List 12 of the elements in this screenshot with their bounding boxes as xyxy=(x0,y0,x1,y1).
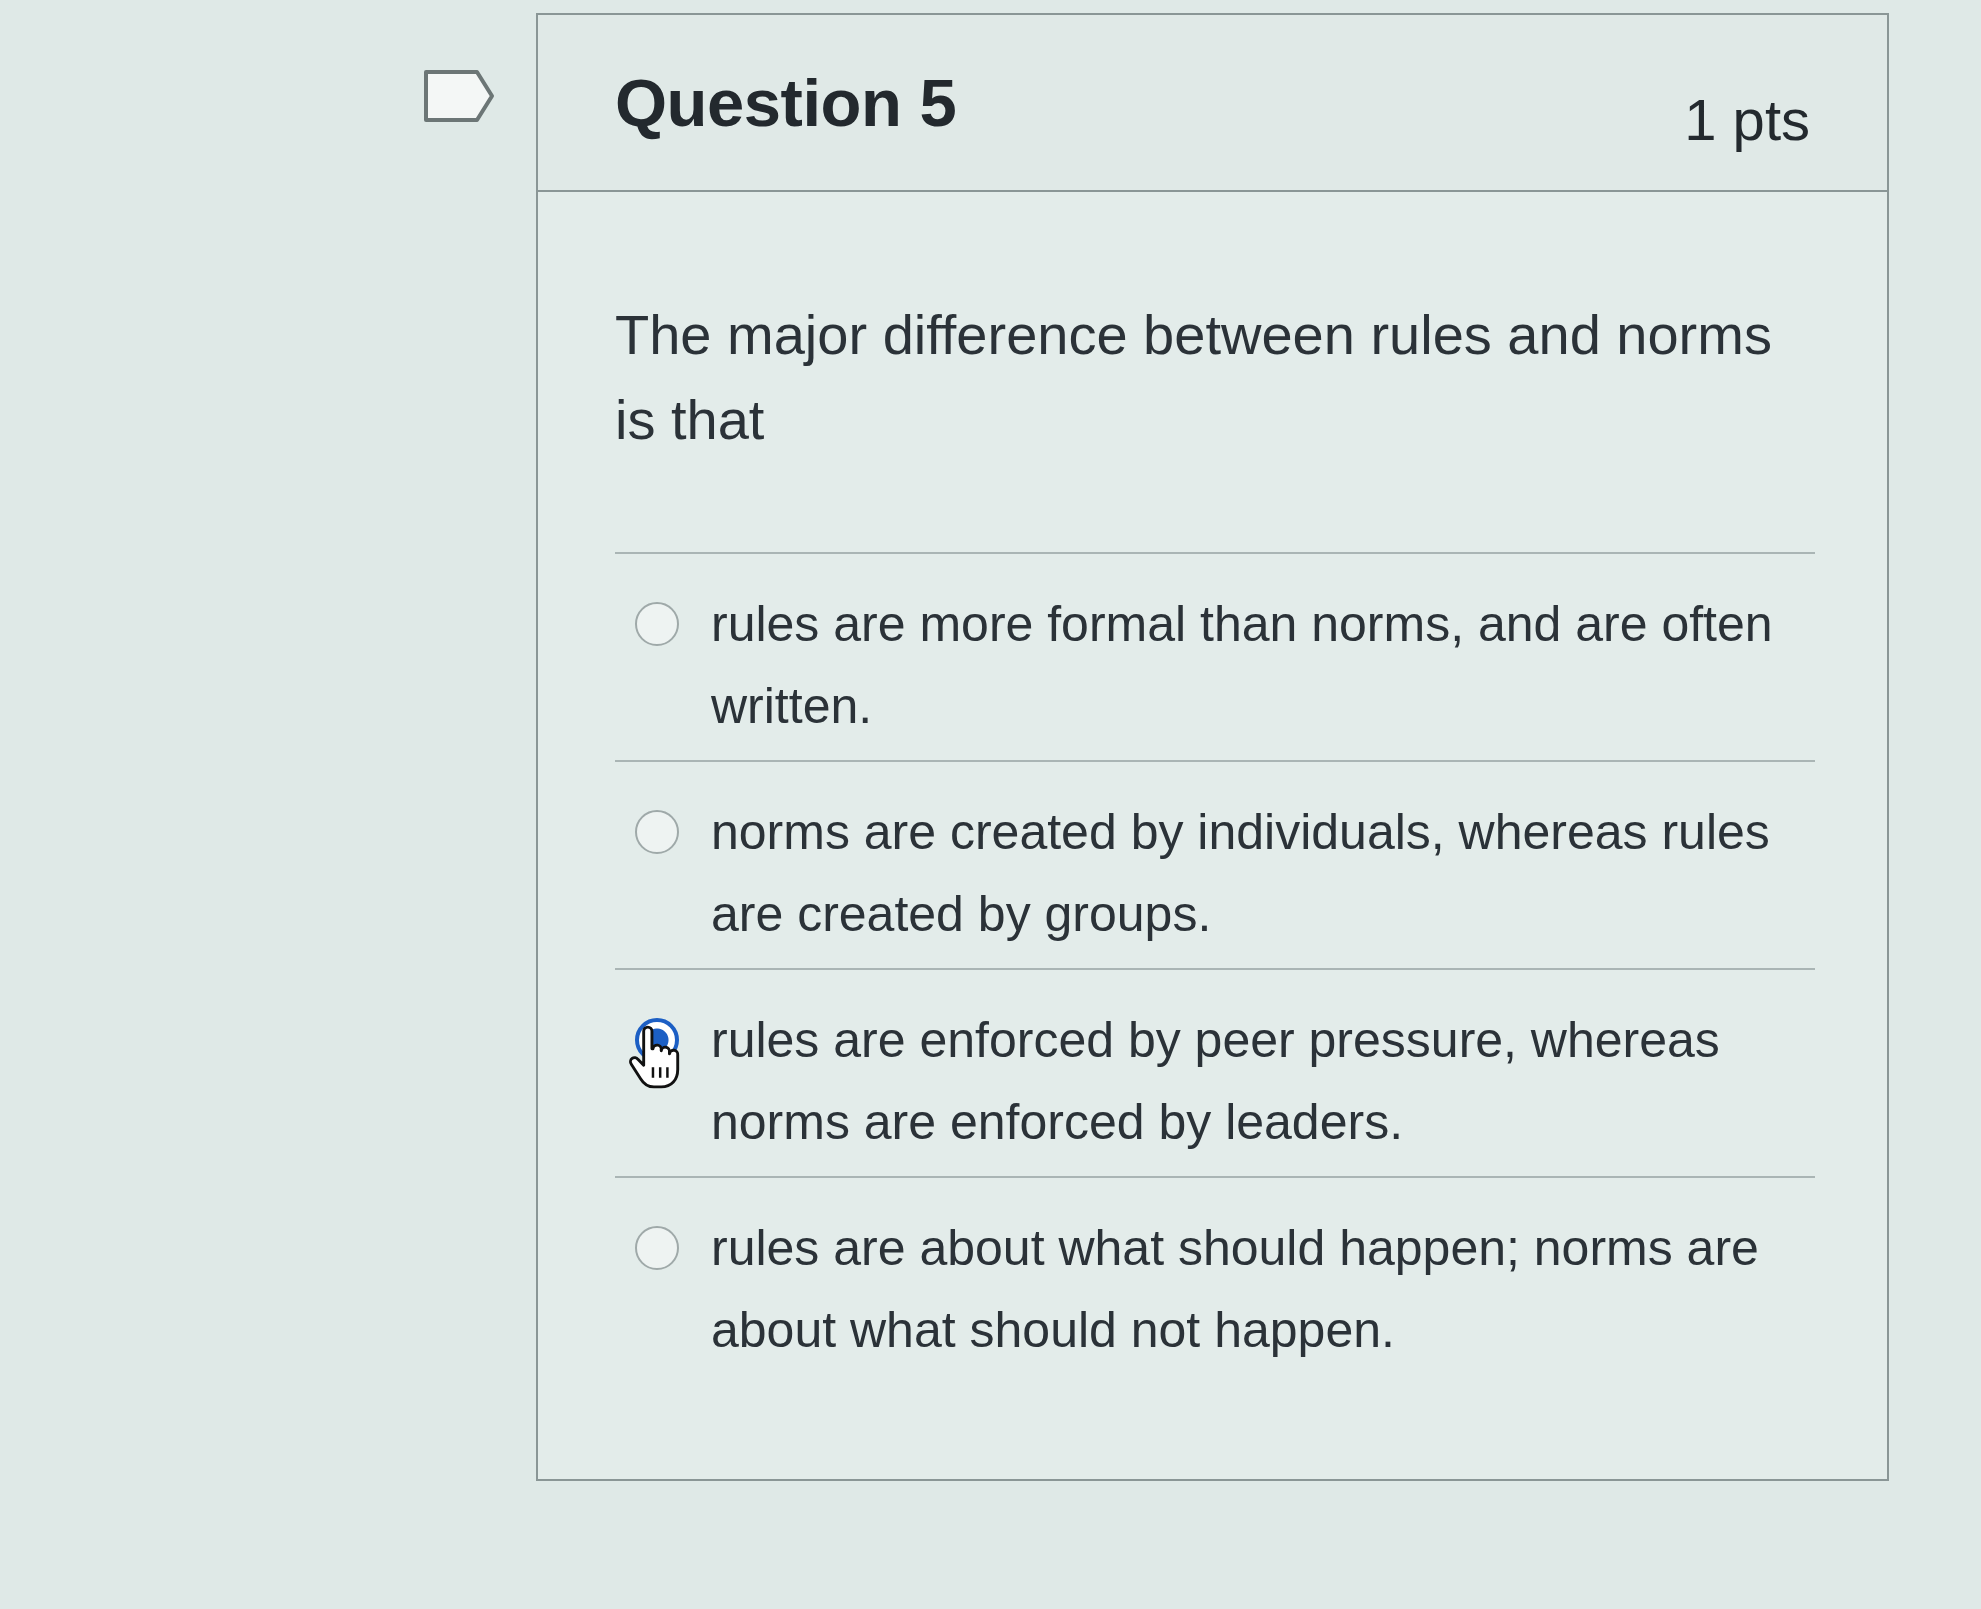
hand-cursor-icon xyxy=(627,1024,681,1090)
answer-label[interactable]: rules are enforced by peer pressure, whereas norms are enforced by leaders. xyxy=(711,999,1801,1163)
radio-button[interactable] xyxy=(635,810,679,854)
flag-icon[interactable] xyxy=(423,69,495,123)
radio-button[interactable] xyxy=(635,602,679,646)
answer-label[interactable]: norms are created by individuals, whereas rules are created by groups. xyxy=(711,791,1801,955)
question-text: The major difference between rules and norms is that xyxy=(615,302,1773,453)
radio-button[interactable] xyxy=(635,1226,679,1270)
answer-label[interactable]: rules are more formal than norms, and are often written. xyxy=(711,583,1801,747)
question-title: Question 5 xyxy=(615,64,957,141)
points-label: 1 pts xyxy=(1684,86,1810,153)
answer-label[interactable]: rules are about what should happen; norms are about what should not happen. xyxy=(711,1207,1801,1371)
